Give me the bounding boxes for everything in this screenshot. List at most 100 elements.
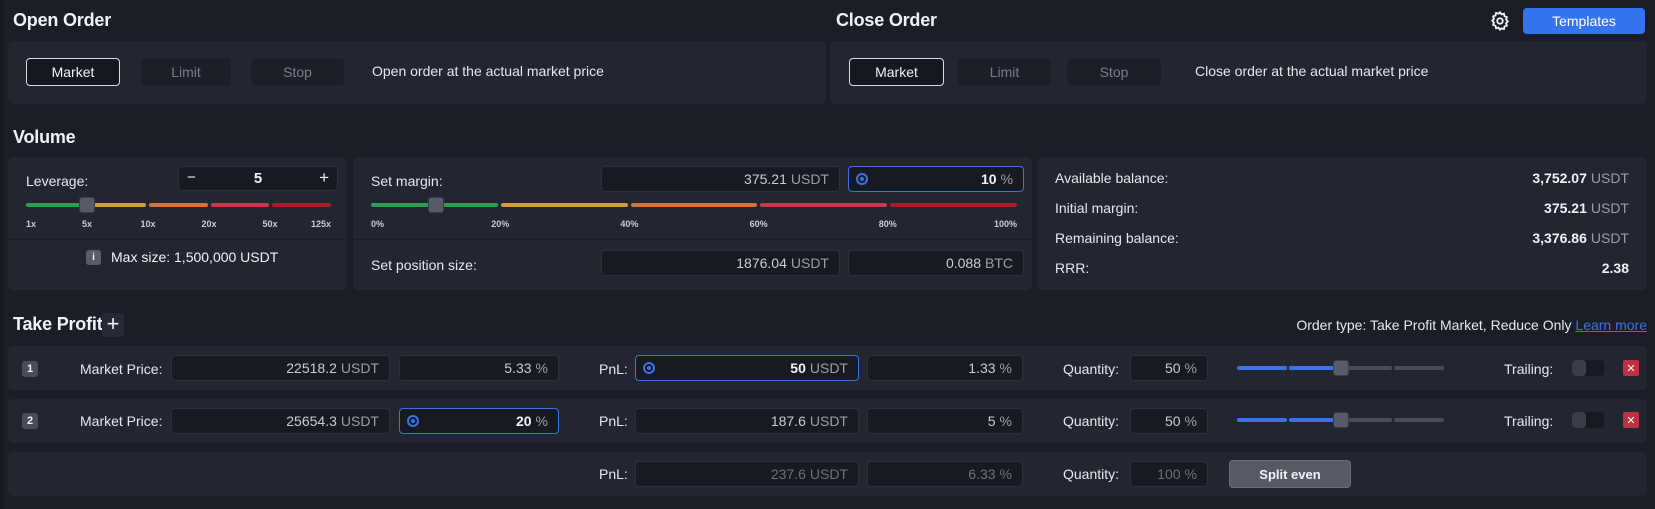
unit: USDT xyxy=(1590,170,1629,186)
tp-pnl-value: 50 xyxy=(790,360,806,376)
target-icon[interactable] xyxy=(407,415,419,427)
info-icon[interactable]: i xyxy=(86,249,101,265)
margin-amount-input[interactable]: 375.21 USDT xyxy=(601,166,840,192)
split-even-button[interactable]: Split even xyxy=(1229,460,1351,488)
market-price-label: Market Price: xyxy=(80,413,163,429)
balance-row-initial-margin: Initial margin: 375.21 USDT xyxy=(1055,200,1629,216)
slider-tick-label: 10x xyxy=(140,219,156,229)
open-order-tab-stop[interactable]: Stop xyxy=(251,58,344,86)
total-quantity-value: 100 xyxy=(1157,466,1181,482)
slider-thumb[interactable] xyxy=(79,197,95,213)
close-order-description: Close order at the actual market price xyxy=(1195,63,1429,79)
pnl-label: PnL: xyxy=(599,361,628,377)
slider-segment xyxy=(1393,418,1444,422)
slider-segment xyxy=(760,203,888,207)
slider-segment xyxy=(272,203,331,207)
slider-segment xyxy=(890,203,1017,207)
balance-row-rrr: RRR: 2.38 xyxy=(1055,260,1629,276)
balance-panel: Available balance: 3,752.07 USDT Initial … xyxy=(1037,157,1647,290)
market-price-label: Market Price: xyxy=(80,361,163,377)
unit: USDT xyxy=(790,171,829,187)
trailing-toggle[interactable] xyxy=(1572,360,1604,376)
total-pnl-value: 237.6 xyxy=(770,466,806,482)
slider-tick-label: 20x xyxy=(201,219,217,229)
add-take-profit-button[interactable]: + xyxy=(102,313,124,337)
leverage-increment-button[interactable]: + xyxy=(319,168,329,188)
tp-price-value: 22518.2 xyxy=(286,360,337,376)
tp-quantity-value: 50 xyxy=(1164,360,1181,376)
total-pnl-percent-value: 6.33 xyxy=(968,466,996,482)
slider-segment xyxy=(1341,366,1392,370)
unit: BTC xyxy=(985,255,1013,271)
left-edge xyxy=(0,0,4,509)
tp-price-percent-input[interactable]: 5.33% xyxy=(399,355,559,381)
volume-title: Volume xyxy=(13,127,76,147)
slider-thumb[interactable] xyxy=(1332,412,1349,428)
unit: % xyxy=(535,413,548,429)
balance-value: 3,752.07 xyxy=(1532,170,1587,186)
position-size-usdt-input[interactable]: 1876.04 USDT xyxy=(601,250,840,276)
balance-row-remaining: Remaining balance: 3,376.86 USDT xyxy=(1055,230,1629,246)
open-order-description: Open order at the actual market price xyxy=(372,63,604,79)
leverage-stepper[interactable]: − 5 + xyxy=(178,166,338,191)
close-icon[interactable]: ✕ xyxy=(1623,360,1639,376)
slider-segment xyxy=(630,203,758,207)
slider-segment xyxy=(149,203,208,207)
order-type-text: Order type: Take Profit Market, Reduce O… xyxy=(1296,317,1572,333)
open-order-tab-market[interactable]: Market xyxy=(26,58,120,86)
unit: % xyxy=(1000,171,1013,187)
tp-pnl-percent-value: 1.33 xyxy=(968,360,996,376)
templates-button[interactable]: Templates xyxy=(1523,8,1645,34)
trailing-toggle[interactable] xyxy=(1572,412,1604,428)
close-order-tab-limit[interactable]: Limit xyxy=(958,58,1051,86)
slider-segment xyxy=(87,203,147,207)
margin-percent-input[interactable]: 10% xyxy=(848,166,1024,192)
close-order-tab-stop[interactable]: Stop xyxy=(1067,58,1161,86)
tp-pnl-input[interactable]: 187.6 USDT xyxy=(635,408,859,434)
leverage-value[interactable]: 5 xyxy=(179,170,337,187)
balance-value: 2.38 xyxy=(1601,260,1629,276)
position-btc-value: 0.088 xyxy=(945,255,981,271)
tp-pnl-input[interactable]: 50 USDT xyxy=(635,355,859,381)
row-index-badge: 1 xyxy=(22,361,38,377)
close-order-title: Close Order xyxy=(836,10,937,30)
balance-label: Initial margin: xyxy=(1055,200,1139,216)
tp-pnl-percent-value: 5 xyxy=(987,413,996,429)
close-order-tab-market[interactable]: Market xyxy=(849,58,944,86)
target-icon[interactable] xyxy=(643,362,655,374)
unit: USDT xyxy=(1590,230,1629,246)
leverage-slider[interactable] xyxy=(26,195,331,215)
slider-thumb[interactable] xyxy=(427,197,444,213)
tp-quantity-input[interactable]: 50% xyxy=(1130,355,1208,381)
row-index-badge: 2 xyxy=(22,413,38,429)
slider-tick-label: 100% xyxy=(994,219,1018,229)
tp-price-percent-value: 5.33 xyxy=(504,360,532,376)
unit: % xyxy=(999,360,1012,376)
tp-quantity-slider[interactable] xyxy=(1237,360,1444,376)
tp-price-input[interactable]: 25654.3 USDT xyxy=(171,408,390,434)
quantity-label: Quantity: xyxy=(1063,466,1120,482)
set-margin-label: Set margin: xyxy=(371,173,443,189)
margin-amount-value: 375.21 xyxy=(744,171,787,187)
close-icon[interactable]: ✕ xyxy=(1623,412,1639,428)
order-type-info: Order type: Take Profit Market, Reduce O… xyxy=(1296,317,1647,333)
tp-quantity-input[interactable]: 50% xyxy=(1130,408,1208,434)
slider-tick-label: 50x xyxy=(262,219,278,229)
learn-more-link[interactable]: Learn more xyxy=(1575,317,1647,333)
unit: % xyxy=(999,466,1012,482)
balance-row-available: Available balance: 3,752.07 USDT xyxy=(1055,170,1629,186)
tp-pnl-percent-input[interactable]: 5% xyxy=(867,408,1023,434)
tp-price-percent-input[interactable]: 20% xyxy=(399,408,559,434)
tp-pnl-percent-input[interactable]: 1.33% xyxy=(867,355,1023,381)
slider-tick-label: 0% xyxy=(371,219,385,229)
target-icon[interactable] xyxy=(856,173,868,185)
pnl-label: PnL: xyxy=(599,413,628,429)
tp-price-input[interactable]: 22518.2 USDT xyxy=(171,355,390,381)
open-order-panel: Market Limit Stop Open order at the actu… xyxy=(8,41,826,104)
gear-icon[interactable] xyxy=(1489,10,1511,32)
position-size-btc-input[interactable]: 0.088 BTC xyxy=(848,250,1024,276)
tp-quantity-slider[interactable] xyxy=(1237,412,1444,428)
margin-slider[interactable] xyxy=(371,195,1017,215)
slider-thumb[interactable] xyxy=(1332,360,1349,376)
open-order-tab-limit[interactable]: Limit xyxy=(141,58,231,86)
